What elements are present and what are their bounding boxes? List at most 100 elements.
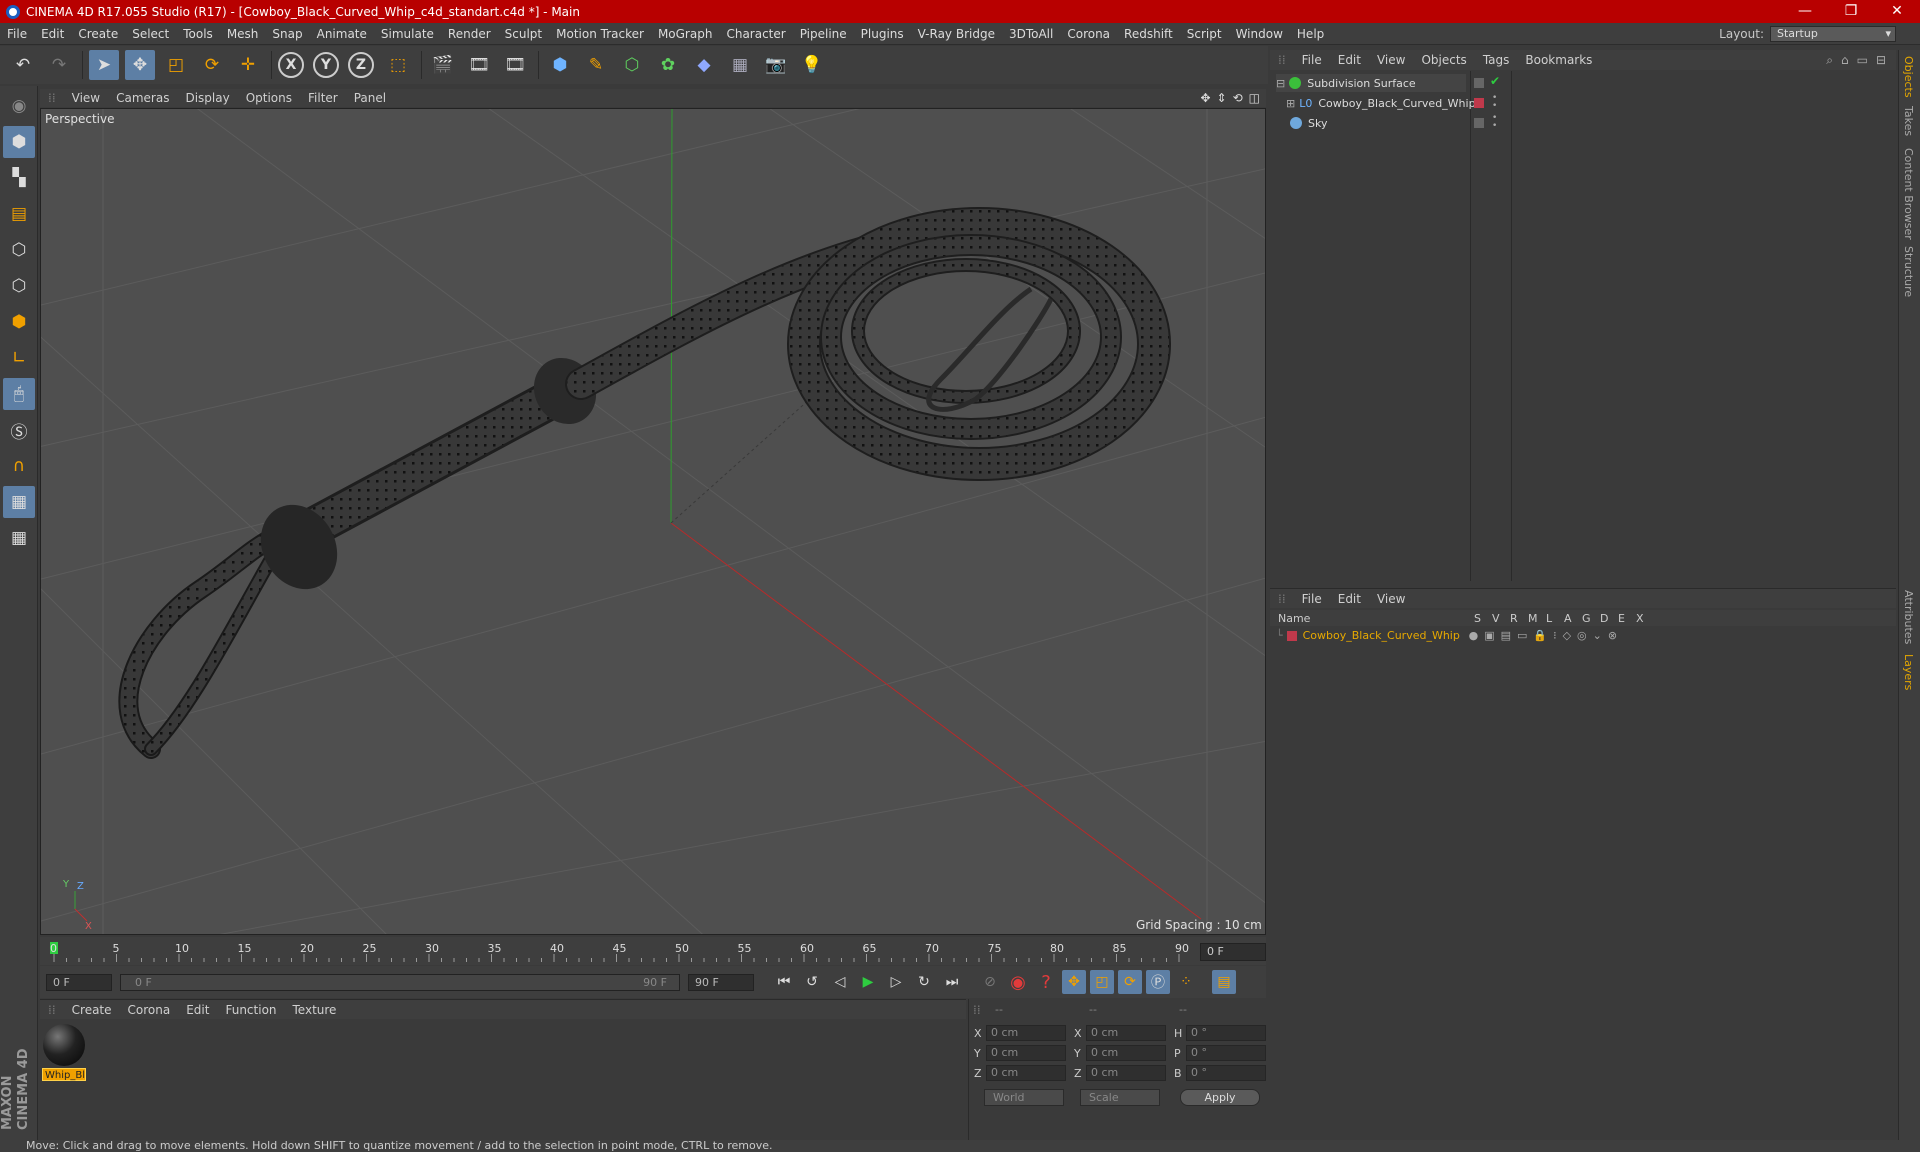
rotation-b-field[interactable]: 0 ° — [1186, 1065, 1266, 1081]
previous-key-icon[interactable]: ↺ — [800, 970, 824, 994]
menu-help[interactable]: Help — [1290, 23, 1331, 45]
tab-structure[interactable]: Structure — [1902, 246, 1915, 297]
layer-row-cowboy-black-curved-whip[interactable]: └ Cowboy_Black_Curved_Whip ●▣▤▭🔒⁝◇◎⌄⊗ — [1276, 627, 1623, 644]
enabled-check-icon[interactable]: ✔ — [1490, 74, 1500, 88]
previous-frame-icon[interactable]: ◁ — [828, 970, 852, 994]
tab-attributes[interactable]: Attributes — [1902, 590, 1915, 644]
menu-pipeline[interactable]: Pipeline — [793, 23, 854, 45]
layers-menu-file[interactable]: File — [1294, 592, 1330, 606]
coordinate-mode-dropdown[interactable]: World — [984, 1089, 1064, 1106]
undo-icon[interactable]: ↶ — [8, 50, 38, 80]
menu-edit[interactable]: Edit — [34, 23, 71, 45]
toggle-view-icon[interactable]: ◫ — [1249, 91, 1260, 105]
key-parameter-icon[interactable]: Ⓟ — [1146, 970, 1170, 994]
coordinate-system-icon[interactable]: ⬚ — [383, 50, 413, 80]
menu-snap[interactable]: Snap — [265, 23, 309, 45]
rotation-h-field[interactable]: 0 ° — [1186, 1025, 1266, 1041]
polygons-mode-icon[interactable]: ⬢ — [3, 306, 35, 338]
x-axis-lock-icon[interactable]: X — [278, 52, 304, 78]
layers-menu-view[interactable]: View — [1369, 592, 1413, 606]
scale-tool-icon[interactable]: ◰ — [161, 50, 191, 80]
menu-render[interactable]: Render — [441, 23, 498, 45]
maximize-button[interactable]: ❐ — [1828, 0, 1874, 23]
tree-row-cowboy-black-curved-whip[interactable]: ⊞ L0 Cowboy_Black_Curved_Whip — [1286, 94, 1476, 112]
viewport-menu-panel[interactable]: Panel — [346, 91, 394, 105]
snap-icon[interactable]: Ⓢ — [3, 414, 35, 446]
light-icon[interactable]: 💡 — [797, 50, 827, 80]
objects-menu-edit[interactable]: Edit — [1330, 53, 1369, 67]
material-name-label[interactable]: Whip_Bl — [42, 1068, 86, 1081]
menu-plugins[interactable]: Plugins — [854, 23, 911, 45]
mograph-cloner-icon[interactable]: ✿ — [653, 50, 683, 80]
visibility-dots-icon[interactable]: • • — [1492, 94, 1497, 111]
menu-animate[interactable]: Animate — [310, 23, 374, 45]
key-pla-icon[interactable]: ⁘ — [1174, 970, 1198, 994]
close-button[interactable]: ✕ — [1874, 0, 1920, 23]
go-to-end-icon[interactable]: ⏭ — [940, 970, 964, 994]
visibility-dots-icon[interactable]: • • — [1492, 114, 1497, 131]
render-settings-icon[interactable]: 🎞 — [500, 50, 530, 80]
tree-row-sky[interactable]: Sky — [1276, 114, 1327, 132]
workplane-icon[interactable]: ▤ — [3, 198, 35, 230]
size-x-field[interactable]: 0 cm — [1086, 1025, 1166, 1041]
zoom-view-icon[interactable]: ⇕ — [1217, 91, 1227, 105]
collapse-icon[interactable]: ⊟ — [1276, 77, 1285, 90]
key-position-icon[interactable]: ✥ — [1062, 970, 1086, 994]
planar-workplane-icon[interactable]: ▦ — [3, 522, 35, 554]
y-axis-lock-icon[interactable]: Y — [313, 52, 339, 78]
menu-create[interactable]: Create — [71, 23, 125, 45]
material-menu-create[interactable]: Create — [64, 1003, 120, 1017]
current-frame-field[interactable]: 0 F — [1200, 943, 1266, 961]
magnet-icon[interactable]: ∩ — [3, 450, 35, 482]
next-key-icon[interactable]: ↻ — [912, 970, 936, 994]
material-menu-edit[interactable]: Edit — [178, 1003, 217, 1017]
tab-takes[interactable]: Takes — [1902, 106, 1915, 136]
position-y-field[interactable]: 0 cm — [986, 1045, 1066, 1061]
perspective-viewport[interactable]: Y Z X — [40, 108, 1266, 935]
camera-icon[interactable]: 📷 — [761, 50, 791, 80]
frame-range-slider[interactable]: 0 F 90 F — [120, 973, 680, 991]
menu-tools[interactable]: Tools — [176, 23, 220, 45]
whip-model[interactable] — [118, 207, 1171, 759]
timeline-window-icon[interactable]: ▤ — [1212, 970, 1236, 994]
menu-sculpt[interactable]: Sculpt — [498, 23, 549, 45]
texture-mode-icon[interactable]: ▚ — [3, 162, 35, 194]
layer-swatch-icon[interactable] — [1474, 78, 1484, 88]
expand-icon[interactable]: ⊞ — [1286, 97, 1295, 110]
start-frame-field[interactable]: 0 F — [46, 973, 112, 991]
points-mode-icon[interactable]: ⬡ — [3, 234, 35, 266]
new-window-icon[interactable]: ▭ — [1857, 53, 1868, 68]
viewport-menu-cameras[interactable]: Cameras — [108, 91, 177, 105]
layer-name[interactable]: Cowboy_Black_Curved_Whip — [1303, 629, 1469, 642]
menu-3dtoall[interactable]: 3DToAll — [1002, 23, 1060, 45]
model-mode-icon[interactable]: ⬢ — [3, 126, 35, 158]
pan-view-icon[interactable]: ✥ — [1200, 91, 1210, 105]
record-keys-disabled-icon[interactable]: ⊘ — [978, 970, 1002, 994]
key-rotation-icon[interactable]: ⟳ — [1118, 970, 1142, 994]
viewport-menu-filter[interactable]: Filter — [300, 91, 346, 105]
home-icon[interactable]: ⌂ — [1841, 53, 1849, 68]
objects-menu-bookmarks[interactable]: Bookmarks — [1517, 53, 1600, 67]
play-icon[interactable]: ▶ — [856, 970, 880, 994]
render-view-icon[interactable]: 🎬 — [428, 50, 458, 80]
rotate-tool-icon[interactable]: ⟳ — [197, 50, 227, 80]
menu-select[interactable]: Select — [125, 23, 176, 45]
expand-icon[interactable]: ⊟ — [1876, 53, 1886, 68]
floor-scene-icon[interactable]: ▦ — [725, 50, 755, 80]
tab-layers[interactable]: Layers — [1902, 654, 1915, 690]
layer-swatch-icon[interactable] — [1474, 118, 1484, 128]
search-icon[interactable]: ⌕ — [1826, 53, 1833, 68]
menu-window[interactable]: Window — [1229, 23, 1290, 45]
deformer-icon[interactable]: ◆ — [689, 50, 719, 80]
make-editable-icon[interactable]: ◉ — [3, 90, 35, 122]
subdivision-surface-icon[interactable]: ⬡ — [617, 50, 647, 80]
minimize-button[interactable]: — — [1782, 0, 1828, 23]
rotation-p-field[interactable]: 0 ° — [1186, 1045, 1266, 1061]
apply-button[interactable]: Apply — [1180, 1089, 1260, 1106]
material-preview-swatch[interactable] — [43, 1024, 85, 1066]
tab-content-browser[interactable]: Content Browser — [1902, 148, 1915, 240]
axis-mode-icon[interactable]: ∟ — [3, 342, 35, 374]
menu-corona[interactable]: Corona — [1060, 23, 1117, 45]
spline-pen-icon[interactable]: ✎ — [581, 50, 611, 80]
material-menu-corona[interactable]: Corona — [120, 1003, 179, 1017]
